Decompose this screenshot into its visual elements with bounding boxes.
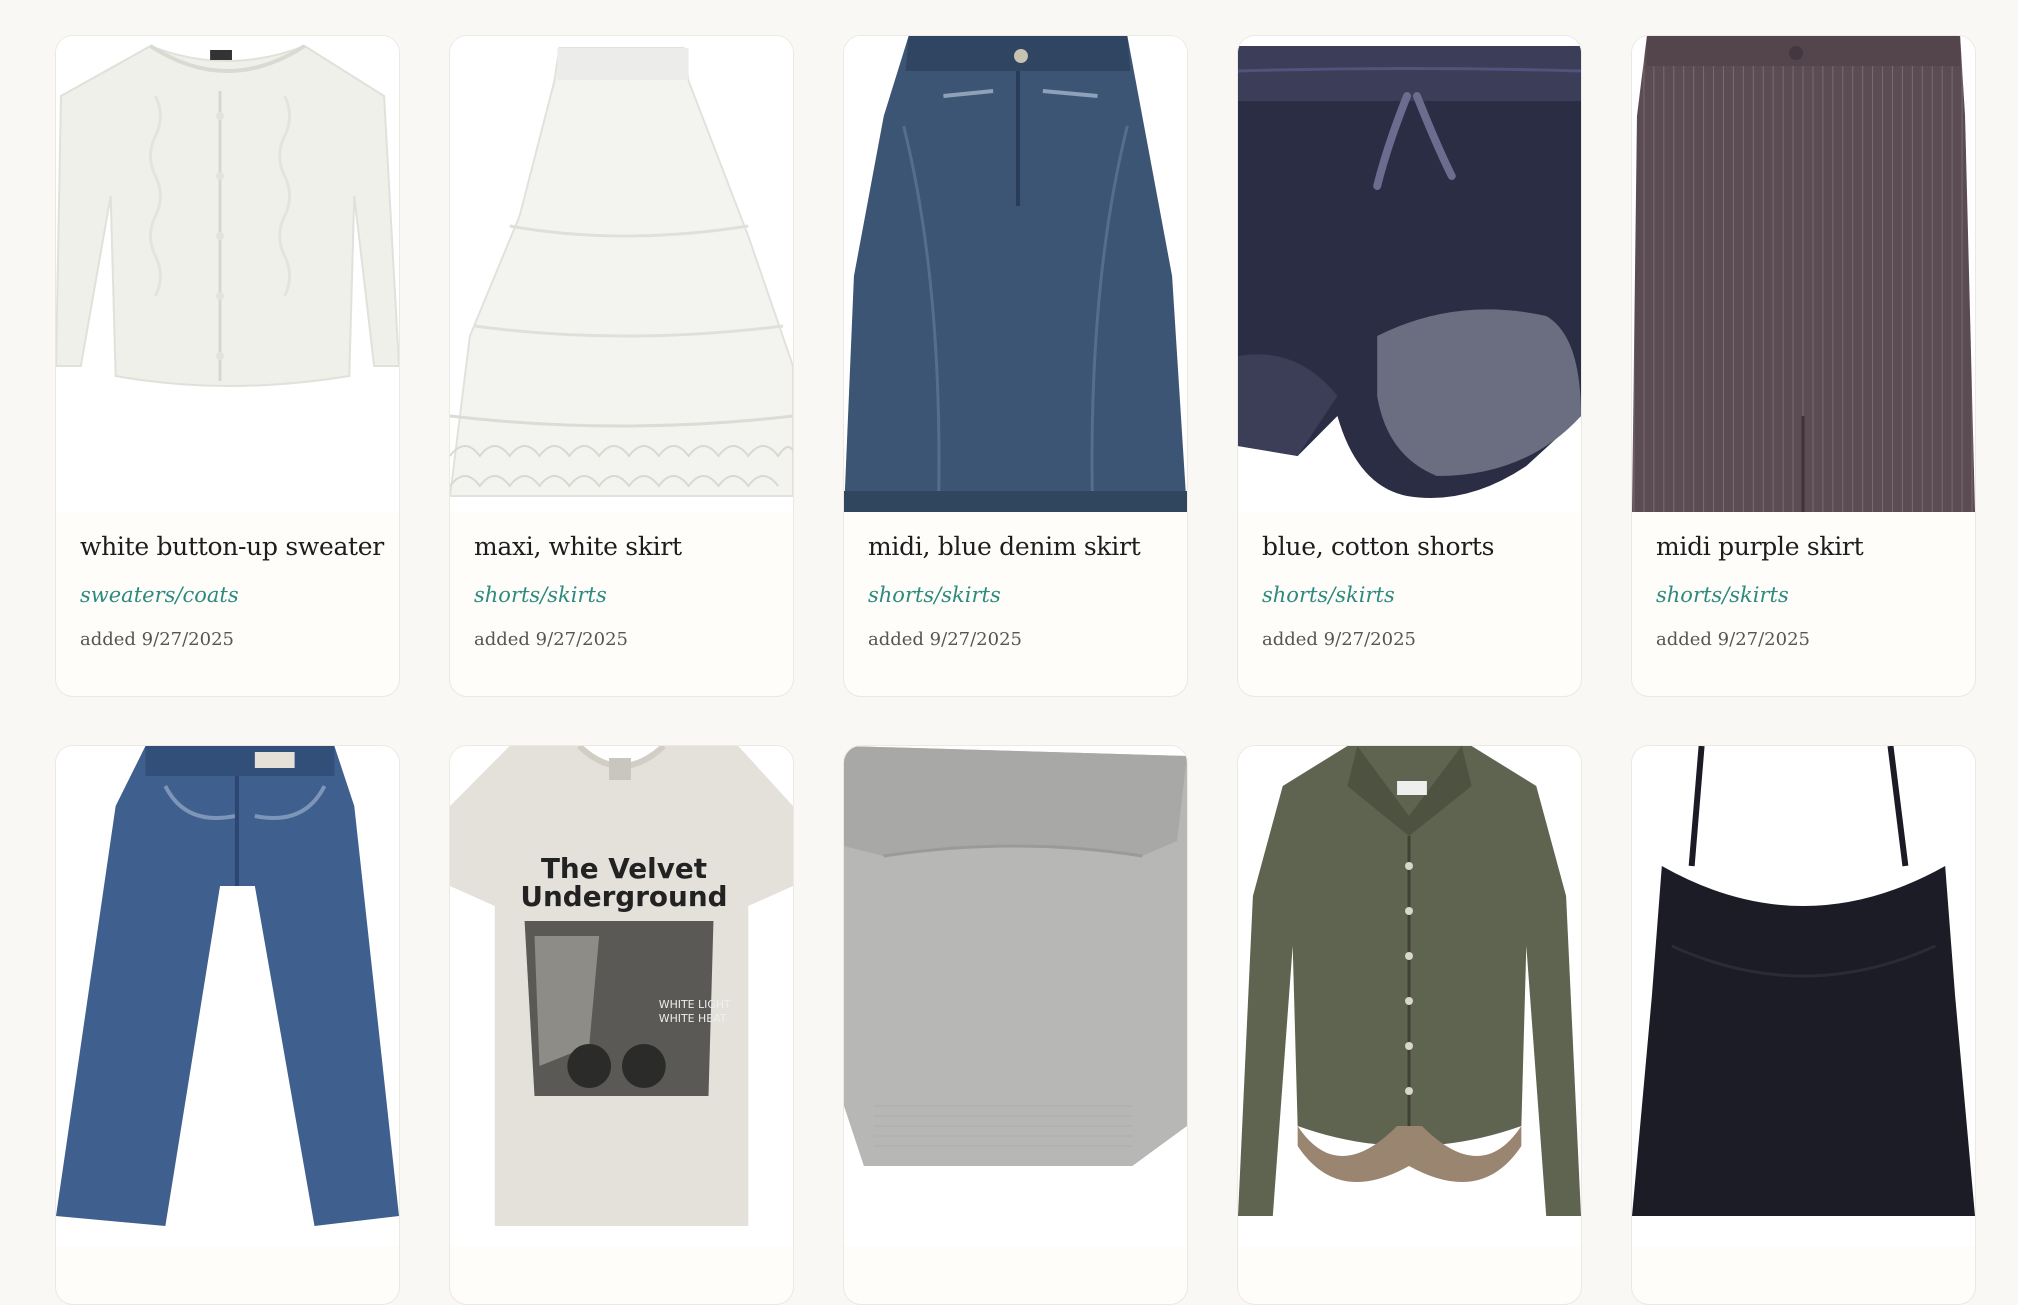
item-card[interactable]: blue, cotton shorts shorts/skirts added … <box>1237 35 1582 697</box>
item-title: white button-up sweater <box>80 532 384 561</box>
item-title: maxi, white skirt <box>474 532 682 561</box>
pinstripe-skirt-photo <box>1632 36 1975 512</box>
tee-print-line-3: WHITE LIGHT <box>659 998 731 1011</box>
denim-skirt-photo <box>844 36 1187 512</box>
sweater-photo <box>56 36 399 512</box>
wardrobe-grid-row-2: The Velvet Underground WHITE LIGHT WHITE… <box>55 745 1976 1305</box>
item-date: added 9/27/2025 <box>80 629 234 650</box>
wardrobe-grid: white button-up sweater sweaters/coats a… <box>55 35 1976 697</box>
item-category[interactable]: shorts/skirts <box>868 583 1163 607</box>
band-tee-photo: The Velvet Underground WHITE LIGHT WHITE… <box>450 746 793 1246</box>
item-card[interactable]: maxi, white skirt shorts/skirts added 9/… <box>449 35 794 697</box>
item-card[interactable] <box>843 745 1188 1305</box>
item-card[interactable]: midi, blue denim skirt shorts/skirts add… <box>843 35 1188 697</box>
item-card[interactable] <box>1237 745 1582 1305</box>
black-camisole-photo <box>1632 746 1975 1246</box>
item-category[interactable]: shorts/skirts <box>1262 583 1557 607</box>
item-title: midi, blue denim skirt <box>868 532 1141 561</box>
item-card[interactable]: midi purple skirt shorts/skirts added 9/… <box>1631 35 1976 697</box>
item-category[interactable]: shorts/skirts <box>474 583 769 607</box>
item-card[interactable] <box>1631 745 1976 1305</box>
skirt-photo <box>450 36 793 512</box>
item-title: blue, cotton shorts <box>1262 532 1495 561</box>
denim-shirt-photo <box>1238 746 1581 1246</box>
shorts-photo <box>1238 36 1581 512</box>
tee-print-line-2: Underground <box>520 880 727 913</box>
item-card[interactable] <box>55 745 400 1305</box>
item-category[interactable]: sweaters/coats <box>80 583 375 607</box>
item-date: added 9/27/2025 <box>474 629 628 650</box>
tee-print-line-4: WHITE HEAT <box>659 1012 727 1025</box>
item-category[interactable]: shorts/skirts <box>1656 583 1951 607</box>
item-date: added 9/27/2025 <box>1656 629 1810 650</box>
jeans-photo <box>56 746 399 1246</box>
item-card[interactable]: white button-up sweater sweaters/coats a… <box>55 35 400 697</box>
item-title: midi purple skirt <box>1656 532 1864 561</box>
item-card[interactable]: The Velvet Underground WHITE LIGHT WHITE… <box>449 745 794 1305</box>
item-date: added 9/27/2025 <box>868 629 1022 650</box>
item-date: added 9/27/2025 <box>1262 629 1416 650</box>
grey-knit-photo <box>844 746 1187 1246</box>
